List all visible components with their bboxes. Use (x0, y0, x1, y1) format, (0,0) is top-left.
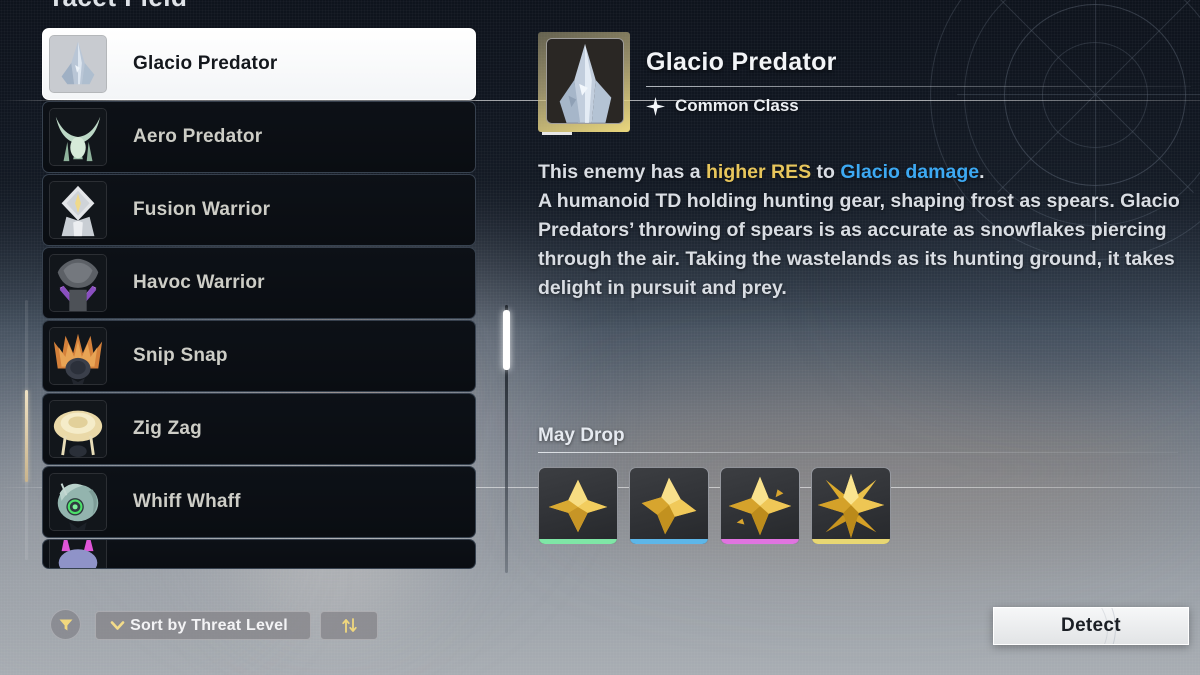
enemy-codex-screen: Tacet Field Glacio Predator (0, 0, 1200, 675)
enemy-portrait-frame (538, 32, 630, 135)
enemy-name: Glacio Predator (646, 48, 837, 76)
enemy-thumbnail-icon (49, 254, 107, 312)
sort-label: Sort by Threat Level (130, 616, 288, 634)
page-title: Tacet Field (48, 0, 187, 13)
rarity-bar (812, 539, 890, 544)
list-item[interactable]: Glacio Predator (42, 28, 476, 100)
enemy-hero-header: Glacio Predator Common Class (538, 28, 1191, 136)
gold-star-shard-icon (641, 477, 697, 535)
enemy-portrait-icon (546, 38, 624, 124)
list-item[interactable]: Havoc Warrior (42, 247, 476, 319)
list-item-label: Aero Predator (133, 126, 263, 147)
sort-dropdown[interactable]: Sort by Threat Level (95, 611, 311, 640)
detail-scrollbar-thumb[interactable] (503, 310, 510, 370)
list-item-label: Whiff Whaff (133, 491, 241, 512)
four-point-star-icon (646, 96, 665, 116)
list-item-label: Snip Snap (133, 345, 228, 366)
list-scrollbar-thumb[interactable] (25, 390, 28, 482)
detect-button[interactable]: Detect (993, 607, 1189, 645)
list-item[interactable]: Snip Snap (42, 320, 476, 392)
enemy-class-label: Common Class (675, 96, 799, 115)
desc-keyword-res: higher RES (706, 161, 812, 183)
gold-star-shard-icon (548, 479, 608, 533)
rarity-bar (539, 539, 617, 544)
list-item[interactable]: Zig Zag (42, 393, 476, 465)
desc-keyword-damage: Glacio damage (840, 161, 980, 183)
enemy-list[interactable]: Glacio Predator Aero Predator Fusion War… (42, 28, 476, 576)
list-item-label: Fusion Warrior (133, 199, 271, 220)
enemy-thumbnail-icon (49, 540, 107, 568)
list-item[interactable]: Whiff Whaff (42, 466, 476, 538)
rarity-bar (721, 539, 799, 544)
desc-line1-post: . (979, 161, 985, 183)
may-drop-title: May Drop (538, 425, 625, 446)
list-item[interactable]: Aero Predator (42, 101, 476, 173)
enemy-thumbnail-icon (49, 473, 107, 531)
funnel-icon (59, 619, 72, 630)
enemy-hero-text: Glacio Predator Common Class (646, 48, 1191, 116)
list-item-label: Glacio Predator (133, 53, 278, 74)
desc-line1-mid: to (811, 161, 841, 183)
filter-button[interactable] (50, 609, 81, 640)
enemy-class-row: Common Class (646, 96, 1191, 116)
enemy-thumbnail-icon (49, 181, 107, 239)
desc-body: A humanoid TD holding hunting gear, shap… (538, 190, 1180, 299)
detect-button-label: Detect (1061, 615, 1121, 636)
enemy-thumbnail-icon (49, 35, 107, 93)
drop-item[interactable] (538, 467, 618, 545)
may-drop-divider (538, 452, 1178, 453)
may-drop-list (538, 467, 1178, 545)
enemy-thumbnail-icon (49, 327, 107, 385)
portrait-accent-bar (542, 132, 572, 135)
sort-order-arrows-icon (341, 618, 357, 633)
chevron-down-icon (110, 621, 125, 630)
hero-divider (646, 86, 1191, 87)
gold-star-burst-icon (817, 473, 885, 539)
sort-order-button[interactable] (320, 611, 378, 640)
enemy-thumbnail-icon (49, 400, 107, 458)
drop-item[interactable] (629, 467, 709, 545)
drop-item[interactable] (720, 467, 800, 545)
drop-item[interactable] (811, 467, 891, 545)
rarity-bar (630, 539, 708, 544)
list-item-label: Zig Zag (133, 418, 202, 439)
gold-star-shard-icon (728, 476, 792, 536)
may-drop-section: May Drop (538, 425, 1178, 545)
list-item-label: Havoc Warrior (133, 272, 265, 293)
enemy-detail-panel: Glacio Predator Common Class This enemy … (538, 28, 1191, 303)
desc-line1-pre: This enemy has a (538, 161, 706, 183)
list-item[interactable] (42, 539, 476, 569)
enemy-thumbnail-icon (49, 108, 107, 166)
list-item[interactable]: Fusion Warrior (42, 174, 476, 246)
enemy-description: This enemy has a higher RES to Glacio da… (538, 158, 1183, 303)
